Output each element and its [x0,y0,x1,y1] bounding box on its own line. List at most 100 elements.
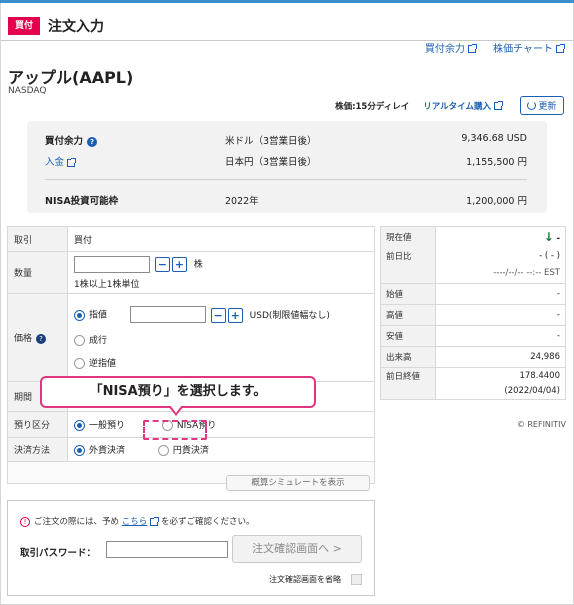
settlement-label: 決済方法 [7,437,68,462]
quote-table: 現在値 ↓ - 前日比 - ( - ) ----/--/-- --:-- EST… [380,226,566,400]
external-link-icon [467,44,477,53]
instruction-callout: 「NISA預り」を選択します。 [40,376,316,408]
exchange-name: NASDAQ [8,86,47,96]
quantity-input[interactable] [74,255,150,273]
quantity-increment-button[interactable]: + [171,257,187,272]
realtime-link-label: リアルタイム購入 [423,101,491,112]
stock-chart-link[interactable]: 株価チャート [493,44,565,55]
quote-value: - [435,304,566,326]
settle-foreign-radio[interactable] [74,445,85,456]
price-limit-label: 指値 [89,310,108,321]
price-market-label: 成行 [89,336,108,346]
skip-confirm-label: 注文確認画面を省略 [269,575,341,584]
price-trailing-radio[interactable] [74,358,85,369]
account-type-label: 預り区分 [7,411,68,438]
quote-label: 高値 [380,304,436,326]
price-market-option: 成行 [74,333,368,346]
top-accent-line [0,0,574,3]
price-decrement-button[interactable]: − [210,307,226,323]
refresh-button[interactable]: 更新 [520,96,564,115]
trade-value: 買付 [67,226,375,252]
quote-value: - [435,325,566,347]
price-increment-button[interactable]: + [227,307,243,323]
quote-label [380,263,436,284]
balance-value: 1,155,500 円 [466,157,527,168]
settle-yen-radio[interactable] [157,445,169,456]
buying-power-label-text: 買付余力 [45,136,84,147]
nisa-option-highlight [143,420,207,440]
quote-label: 現在値 [380,226,436,248]
notice-prefix: ご注文の際には、予め [34,517,120,527]
warning-icon: ! [20,517,30,527]
help-icon[interactable]: ? [36,334,47,344]
quote-label: 前日終値 [380,367,436,384]
price-limit-radio[interactable] [74,309,85,321]
quote-value: 178.4400 [435,367,566,384]
price-market-radio[interactable] [74,335,85,346]
deposit-cell: 入金 [45,154,225,168]
price-label: 価格 [14,334,33,344]
quantity-decrement-button[interactable]: − [154,257,170,272]
quantity-cell: − + 株 1株以上1株単位 [67,251,375,294]
skip-confirm-option: 注文確認画面を省略 [269,574,362,585]
quote-row-low: 安値 - [380,325,566,347]
quote-value: - [435,283,566,305]
header-links: 買付余力 株価チャート [411,40,565,55]
simulate-button[interactable]: 概算シミュレートを表示 [226,475,370,491]
quantity-unit: 株 [193,260,203,270]
external-link-icon [556,44,565,53]
external-link-icon [67,157,77,167]
data-source: © REFINITIV [516,420,566,429]
quote-value: 24,986 [435,346,566,368]
external-link-icon [494,101,503,110]
notice-link[interactable]: こちら [122,516,160,527]
price-cell: 指値 − + USD(制限値幅なし) 成行 逆指値 [67,293,375,382]
quote-value: - [556,234,560,245]
price-trailing-option: 逆指値 [74,356,368,369]
quote-value-cell: ↓ - [435,226,566,248]
settle-foreign-label: 外貨決済 [89,446,126,456]
price-unit: USD(制限値幅なし) [249,310,330,321]
balance-currency: 米ドル（3営業日後） [225,136,317,147]
price-input[interactable] [129,306,206,323]
price-limit-option: 指値 − + USD(制限値幅なし) [74,306,368,323]
realtime-purchase-link[interactable]: リアルタイム購入 [423,100,503,112]
order-form-table: 取引 買付 数量 − + 株 1株以上1株単位 価格? 指値 − + USD(制限値… [7,226,375,484]
password-input[interactable] [106,541,228,558]
divider [45,179,527,180]
settlement-row: 決済方法 外貨決済 円貨決済 [7,437,375,462]
quote-row-open: 始値 - [380,283,566,305]
buying-power-link[interactable]: 買付余力 [425,44,477,55]
quote-row-change: 前日比 - ( - ) [380,247,566,264]
quote-row-prev-close: 前日終値 178.4400 [380,367,566,384]
quote-row-current: 現在値 ↓ - [380,226,566,248]
settlement-cell: 外貨決済 円貨決済 [67,437,375,462]
account-general-label: 一般預り [89,421,126,431]
arrow-down-icon: ↓ [543,230,554,245]
confirm-order-button[interactable]: 注文確認画面へ > [232,535,362,563]
refresh-icon [527,101,537,110]
quote-label: 出来高 [380,346,436,368]
skip-confirm-checkbox[interactable] [351,574,362,585]
account-general-radio[interactable] [74,420,85,431]
deposit-link-label: 入金 [45,157,65,168]
trade-row: 取引 買付 [7,226,375,252]
delay-note: 株価:15分ディレイ [335,101,410,112]
refresh-label: 更新 [538,102,557,112]
quote-label: 始値 [380,283,436,305]
price-trailing-label: 逆指値 [89,359,117,369]
balance-row-jpy: 入金 日本円（3営業日後） 1,155,500 円 [45,154,527,168]
help-icon[interactable]: ? [87,137,98,147]
quote-label: 前日比 [380,247,436,264]
deposit-link[interactable]: 入金 [45,157,77,168]
quote-label [380,383,436,400]
page-title: 注文入力 [48,19,104,35]
settle-yen-label: 円貨決済 [172,446,209,456]
account-type-cell: 一般預り NISA預り [67,411,375,438]
nisa-year: 2022年 [225,196,259,207]
price-label-cell: 価格? [7,293,68,382]
quote-row-time: ----/--/-- --:-- EST [380,263,566,284]
price-row: 価格? 指値 − + USD(制限値幅なし) 成行 逆指値 [7,293,375,382]
balance-value: 9,346.68 USD [461,133,527,144]
quote-options: 株価:15分ディレイ リアルタイム購入 更新 [335,96,564,115]
